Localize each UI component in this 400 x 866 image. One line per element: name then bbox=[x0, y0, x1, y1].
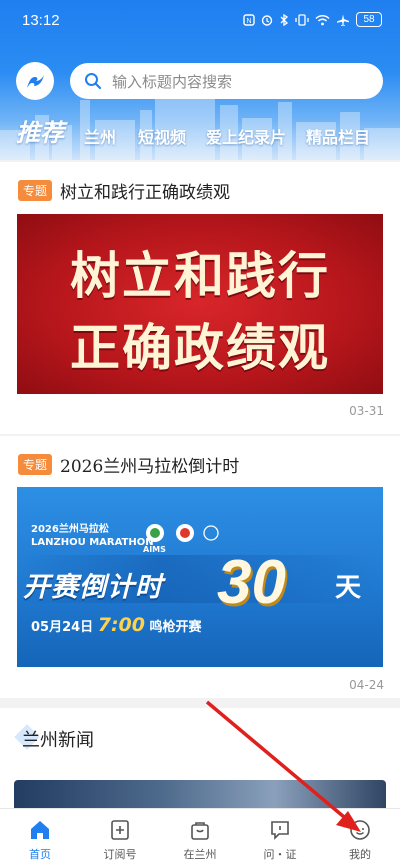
header: 13:12 N 58 输入标题内容搜索 推荐 兰州 短视频 爱上纪录片 精品栏目 bbox=[0, 0, 400, 160]
status-bar: 13:12 N 58 bbox=[0, 0, 400, 44]
search-bar[interactable]: 输入标题内容搜索 bbox=[70, 63, 383, 99]
alarm-icon bbox=[261, 14, 273, 26]
topic-tag: 专题 bbox=[18, 454, 53, 475]
countdown-unit: 天 bbox=[335, 573, 362, 603]
wifi-icon bbox=[315, 14, 330, 25]
feature-banner-image[interactable]: 树立和践行 正确政绩观 bbox=[17, 214, 383, 394]
news-section-header: 兰州新闻 bbox=[0, 708, 400, 766]
nav-label: 在兰州 bbox=[183, 848, 217, 861]
sponsor-logos bbox=[146, 524, 219, 542]
card-title: 树立和践行正确政绩观 bbox=[60, 183, 231, 203]
search-icon bbox=[85, 73, 102, 90]
tab-featured[interactable]: 精品栏目 bbox=[306, 124, 370, 148]
section-title: 兰州新闻 bbox=[22, 730, 94, 751]
status-time: 13:12 bbox=[22, 12, 60, 29]
aims-label: AIMS bbox=[143, 545, 166, 554]
news-thumbnail[interactable] bbox=[14, 780, 386, 810]
nav-subscribe[interactable]: 订阅号 bbox=[80, 809, 160, 866]
home-icon bbox=[31, 821, 49, 839]
marathon-logo: 2026兰州马拉松 LANZHOU MARATHON bbox=[31, 523, 154, 549]
nav-in-lanzhou[interactable]: 在兰州 bbox=[160, 809, 240, 866]
vibrate-icon bbox=[295, 13, 309, 26]
battery-icon: 58 bbox=[356, 12, 382, 27]
topic-tag: 专题 bbox=[18, 180, 53, 201]
bottom-nav: 首页 订阅号 在兰州 问・证 我的 bbox=[0, 808, 400, 866]
nfc-icon: N bbox=[243, 13, 255, 26]
banner-line: 树立和践行 bbox=[70, 247, 330, 305]
card-header: 专题 2026兰州马拉松倒计时 bbox=[18, 452, 239, 477]
app-logo[interactable] bbox=[16, 62, 54, 100]
banner-line: 正确政绩观 bbox=[70, 319, 330, 377]
marathon-name: 2026兰州马拉松 bbox=[31, 524, 109, 535]
nav-label: 订阅号 bbox=[103, 848, 137, 861]
nav-profile[interactable]: 我的 bbox=[320, 809, 400, 866]
nav-inquiry[interactable]: 问・证 bbox=[240, 809, 320, 866]
card-date: 04-24 bbox=[349, 678, 384, 692]
tab-short-video[interactable]: 短视频 bbox=[138, 124, 186, 148]
chat-icon bbox=[271, 821, 289, 840]
bag-icon bbox=[191, 822, 209, 840]
tab-recommend[interactable]: 推荐 bbox=[16, 113, 64, 148]
nav-label: 首页 bbox=[29, 848, 51, 861]
nav-label: 问・证 bbox=[263, 848, 297, 861]
card-title: 2026兰州马拉松倒计时 bbox=[60, 457, 240, 477]
app-logo-icon bbox=[27, 75, 44, 88]
airplane-icon bbox=[337, 14, 349, 26]
marathon-name-en: LANZHOU MARATHON bbox=[31, 537, 154, 548]
search-placeholder: 输入标题内容搜索 bbox=[112, 72, 233, 91]
tab-lanzhou[interactable]: 兰州 bbox=[84, 124, 116, 148]
nav-home[interactable]: 首页 bbox=[0, 809, 80, 866]
bluetooth-icon bbox=[280, 13, 289, 26]
card-date: 03-31 bbox=[349, 404, 384, 418]
tab-documentary[interactable]: 爱上纪录片 bbox=[206, 124, 286, 148]
status-icons: N 58 bbox=[243, 12, 382, 27]
countdown-days: 30 bbox=[217, 548, 286, 617]
channel-tabs: 推荐 兰州 短视频 爱上纪录片 精品栏目 bbox=[0, 112, 400, 148]
countdown-headline: 开赛倒计时 bbox=[23, 572, 163, 603]
nav-label: 我的 bbox=[349, 848, 371, 861]
app-root: 13:12 N 58 输入标题内容搜索 推荐 兰州 短视频 爱上纪录片 精品栏目 bbox=[0, 0, 400, 866]
race-start-suffix: 鸣枪开赛 bbox=[149, 620, 202, 635]
race-start-info: 05月24日 7:00 鸣枪开赛 bbox=[31, 614, 202, 636]
marathon-banner-image[interactable]: 2026兰州马拉松 LANZHOU MARATHON AIMS 开赛倒计时 30… bbox=[17, 487, 383, 667]
subscribe-icon bbox=[111, 820, 129, 840]
race-time: 7:00 bbox=[97, 614, 145, 636]
card-header: 专题 树立和践行正确政绩观 bbox=[18, 178, 230, 203]
profile-icon bbox=[350, 820, 370, 840]
svg-text:N: N bbox=[246, 18, 251, 25]
race-date: 05月24日 bbox=[31, 620, 94, 635]
